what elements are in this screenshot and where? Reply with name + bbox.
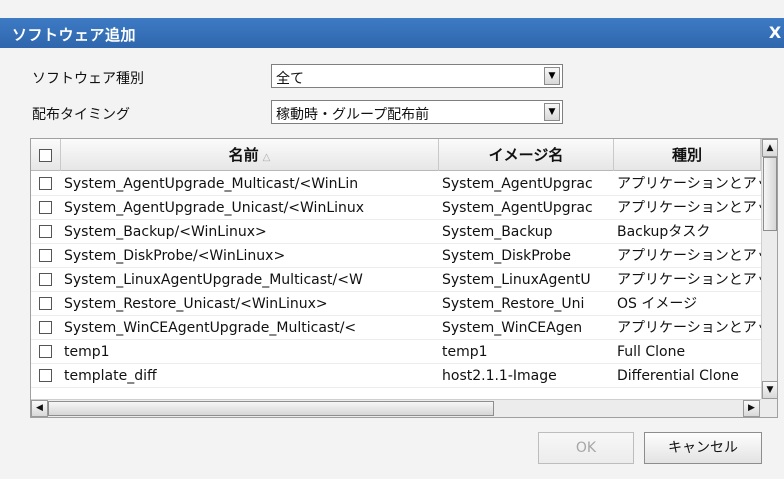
row-image-name: host2.1.1-Image	[442, 368, 557, 384]
horizontal-scrollbar[interactable]: ◀ ▶	[31, 399, 761, 417]
table-row[interactable]: System_DiskProbe/<WinLinux> System_DiskP…	[31, 244, 761, 268]
row-name: System_DiskProbe/<WinLinux>	[64, 248, 286, 264]
column-header-image-name[interactable]: イメージ名	[439, 139, 614, 171]
row-checkbox[interactable]	[39, 177, 52, 190]
row-checkbox[interactable]	[39, 249, 52, 262]
software-type-value: 全て	[276, 71, 304, 87]
row-image-name: System_WinCEAgen	[442, 320, 583, 336]
row-checkbox[interactable]	[39, 273, 52, 286]
table-row[interactable]: template_diff host2.1.1-Image Differenti…	[31, 364, 761, 388]
column-header-name-label: 名前	[228, 146, 259, 164]
row-image-name: System_DiskProbe	[442, 248, 571, 264]
distribution-timing-label: 配布タイミング	[32, 107, 130, 123]
chevron-down-icon[interactable]: ▼	[544, 103, 560, 121]
row-image-name: System_Backup	[442, 224, 553, 240]
row-type: アプリケーションとアッ	[617, 176, 761, 192]
scrollbar-corner	[761, 399, 777, 417]
row-checkbox[interactable]	[39, 321, 52, 334]
row-type: Differential Clone	[617, 368, 739, 384]
software-type-select[interactable]: 全て ▼	[271, 64, 563, 88]
row-checkbox[interactable]	[39, 225, 52, 238]
row-name: System_Restore_Unicast/<WinLinux>	[64, 296, 328, 312]
table-header: 名前 △ イメージ名 種別	[31, 139, 761, 171]
distribution-timing-select[interactable]: 稼動時・グループ配布前 ▼	[271, 100, 563, 124]
row-checkbox[interactable]	[39, 369, 52, 382]
sort-asc-icon: △	[262, 152, 271, 163]
table-row[interactable]: temp1 temp1 Full Clone	[31, 340, 761, 364]
software-type-label: ソフトウェア種別	[32, 71, 144, 87]
cancel-button[interactable]: キャンセル	[644, 432, 762, 464]
row-type: アプリケーションとアッ	[617, 320, 761, 336]
row-image-name: System_AgentUpgrac	[442, 176, 593, 192]
row-image-name: System_Restore_Uni	[442, 296, 585, 312]
row-type: アプリケーションとアッ	[617, 248, 761, 264]
vertical-scroll-thumb[interactable]	[763, 157, 777, 231]
row-type: アプリケーションとアッ	[617, 272, 761, 288]
table-row[interactable]: System_LinuxAgentUpgrade_Multicast/<W Sy…	[31, 268, 761, 292]
row-type: Full Clone	[617, 344, 686, 360]
table-row[interactable]: System_Restore_Unicast/<WinLinux> System…	[31, 292, 761, 316]
row-type: アプリケーションとアッ	[617, 200, 761, 216]
ok-button[interactable]: OK	[538, 432, 634, 464]
row-image-name: System_LinuxAgentU	[442, 272, 591, 288]
row-name: System_LinuxAgentUpgrade_Multicast/<W	[64, 272, 363, 288]
row-type: Backupタスク	[617, 224, 711, 240]
dialog-title: ソフトウェア追加	[12, 26, 137, 44]
scroll-left-icon[interactable]: ◀	[31, 400, 48, 417]
scroll-right-icon[interactable]: ▶	[743, 400, 760, 417]
table-row[interactable]: System_AgentUpgrade_Unicast/<WinLinux Sy…	[31, 196, 761, 220]
add-software-dialog: ソフトウェア追加 X ソフトウェア種別 全て ▼ 配布タイミング 稼動時・グルー…	[0, 0, 784, 479]
close-icon[interactable]: X	[766, 22, 784, 44]
row-name: System_Backup/<WinLinux>	[64, 224, 267, 240]
row-image-name: temp1	[442, 344, 488, 360]
row-name: System_AgentUpgrade_Multicast/<WinLin	[64, 176, 359, 192]
select-all-checkbox[interactable]	[39, 149, 52, 162]
vertical-scrollbar[interactable]: ▲ ▼	[761, 139, 777, 399]
scroll-down-icon[interactable]: ▼	[762, 381, 777, 399]
column-header-name[interactable]: 名前 △	[61, 139, 439, 171]
row-checkbox[interactable]	[39, 345, 52, 358]
table-row[interactable]: System_Backup/<WinLinux> System_Backup B…	[31, 220, 761, 244]
table-row[interactable]: System_WinCEAgentUpgrade_Multicast/< Sys…	[31, 316, 761, 340]
row-name: System_WinCEAgentUpgrade_Multicast/<	[64, 320, 357, 336]
row-name: System_AgentUpgrade_Unicast/<WinLinux	[64, 200, 365, 216]
horizontal-scroll-thumb[interactable]	[48, 401, 494, 416]
distribution-timing-value: 稼動時・グループ配布前	[276, 107, 430, 123]
software-table: 名前 △ イメージ名 種別 System_AgentUpgrade_Multica…	[30, 138, 778, 418]
column-header-type[interactable]: 種別	[614, 139, 761, 171]
row-name: template_diff	[64, 368, 157, 384]
row-name: temp1	[64, 344, 110, 360]
select-all-cell	[31, 139, 61, 171]
chevron-down-icon[interactable]: ▼	[544, 67, 560, 85]
row-checkbox[interactable]	[39, 201, 52, 214]
row-type: OS イメージ	[617, 296, 698, 312]
scroll-up-icon[interactable]: ▲	[762, 139, 777, 157]
row-checkbox[interactable]	[39, 297, 52, 310]
dialog-titlebar: ソフトウェア追加 X	[0, 18, 784, 48]
row-image-name: System_AgentUpgrac	[442, 200, 593, 216]
table-row[interactable]: System_AgentUpgrade_Multicast/<WinLin Sy…	[31, 172, 761, 196]
